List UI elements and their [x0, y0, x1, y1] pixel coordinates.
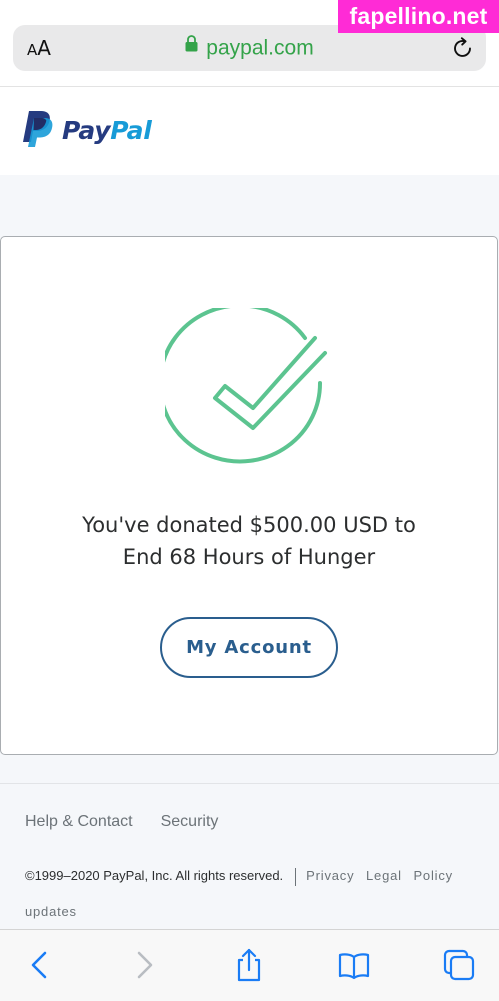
watermark: fapellino.net	[338, 0, 499, 33]
policy-link[interactable]: Policy	[413, 868, 452, 883]
success-check-icon	[158, 303, 335, 473]
copyright-row: ©1999–2020 PayPal, Inc. All rights reser…	[25, 866, 489, 886]
forward-icon[interactable]	[126, 947, 162, 983]
bookmarks-icon[interactable]	[336, 947, 372, 983]
donation-confirmation-card: You've donated $500.00 USD to End 68 Hou…	[0, 236, 498, 755]
paypal-logo-text[interactable]: PayPal	[62, 114, 152, 148]
url-text: paypal.com	[206, 36, 314, 60]
privacy-link[interactable]: Privacy	[306, 868, 354, 883]
back-icon[interactable]	[22, 947, 58, 983]
logo-text-pal: Pal	[110, 116, 152, 145]
my-account-button[interactable]: My Account	[160, 617, 338, 678]
help-contact-link[interactable]: Help & Contact	[25, 813, 133, 830]
paypal-logo-icon[interactable]	[20, 109, 54, 149]
divider	[295, 867, 297, 886]
footer: Help & Contact Security ©1999–2020 PayPal…	[0, 783, 499, 930]
copyright-text: ©1999–2020 PayPal, Inc. All rights reser…	[25, 868, 284, 883]
share-icon[interactable]	[231, 947, 267, 983]
donation-message: You've donated $500.00 USD to End 68 Hou…	[1, 509, 497, 573]
reload-icon[interactable]	[451, 36, 475, 60]
lock-icon	[185, 34, 198, 60]
donation-message-line2: End 68 Hours of Hunger	[122, 545, 376, 569]
legal-link[interactable]: Legal	[366, 868, 402, 883]
url-display[interactable]: paypal.com	[13, 34, 486, 62]
logo-text-pay: Pay	[62, 116, 111, 145]
tabs-icon[interactable]	[441, 947, 477, 983]
paypal-header: PayPal	[0, 87, 499, 175]
donation-message-line1: You've donated $500.00 USD to	[82, 513, 416, 537]
footer-links: Help & Contact Security	[25, 812, 246, 832]
browser-toolbar	[0, 929, 499, 1001]
security-link[interactable]: Security	[161, 813, 219, 830]
policy-updates-link[interactable]: updates	[25, 902, 77, 922]
